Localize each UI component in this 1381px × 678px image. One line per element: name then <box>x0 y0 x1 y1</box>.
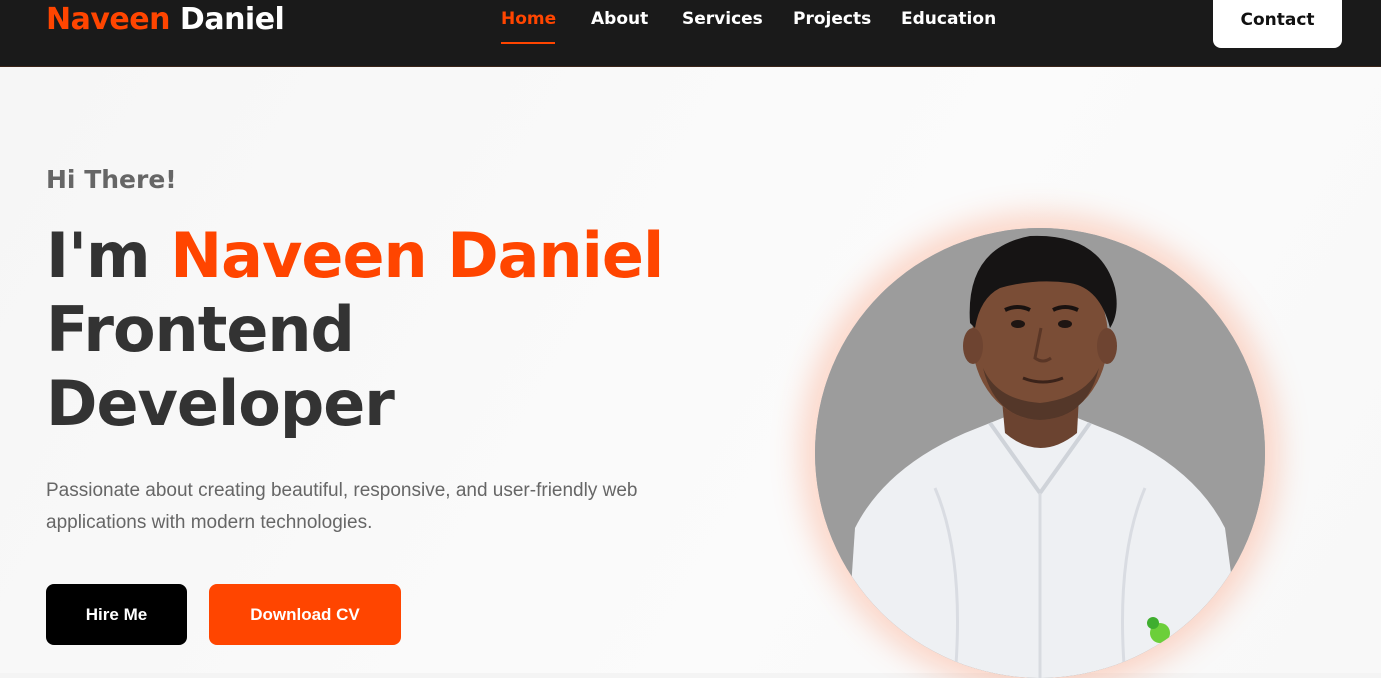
nav-about[interactable]: About <box>591 6 648 32</box>
hero-role-line-1: Frontend <box>46 293 355 366</box>
hero-description: Passionate about creating beautiful, res… <box>46 480 638 533</box>
active-nav-indicator <box>501 42 555 44</box>
profile-photo <box>815 228 1265 678</box>
hero-role-line-2: Developer <box>46 367 395 440</box>
hero-section: Hi There! I'm Naveen Daniel Frontend Dev… <box>0 67 1381 678</box>
nav-links: Home About Services Projects Education <box>0 6 1381 36</box>
nav-education[interactable]: Education <box>901 6 996 32</box>
nav-services[interactable]: Services <box>682 6 763 32</box>
hire-me-button[interactable]: Hire Me <box>46 584 187 645</box>
nav-projects[interactable]: Projects <box>793 6 871 32</box>
hero-name: Naveen Daniel <box>170 219 664 292</box>
hero-greeting: Hi There! <box>46 165 177 194</box>
hero-headline: I'm Naveen Daniel Frontend Developer <box>46 219 664 441</box>
nav-home[interactable]: Home <box>501 6 556 32</box>
download-cv-button[interactable]: Download CV <box>209 584 401 645</box>
navbar: Naveen Daniel Home About Services Projec… <box>0 0 1381 67</box>
hero-intro: I'm <box>46 219 151 292</box>
profile-photo-illustration <box>815 228 1265 678</box>
contact-button[interactable]: Contact <box>1213 0 1342 48</box>
